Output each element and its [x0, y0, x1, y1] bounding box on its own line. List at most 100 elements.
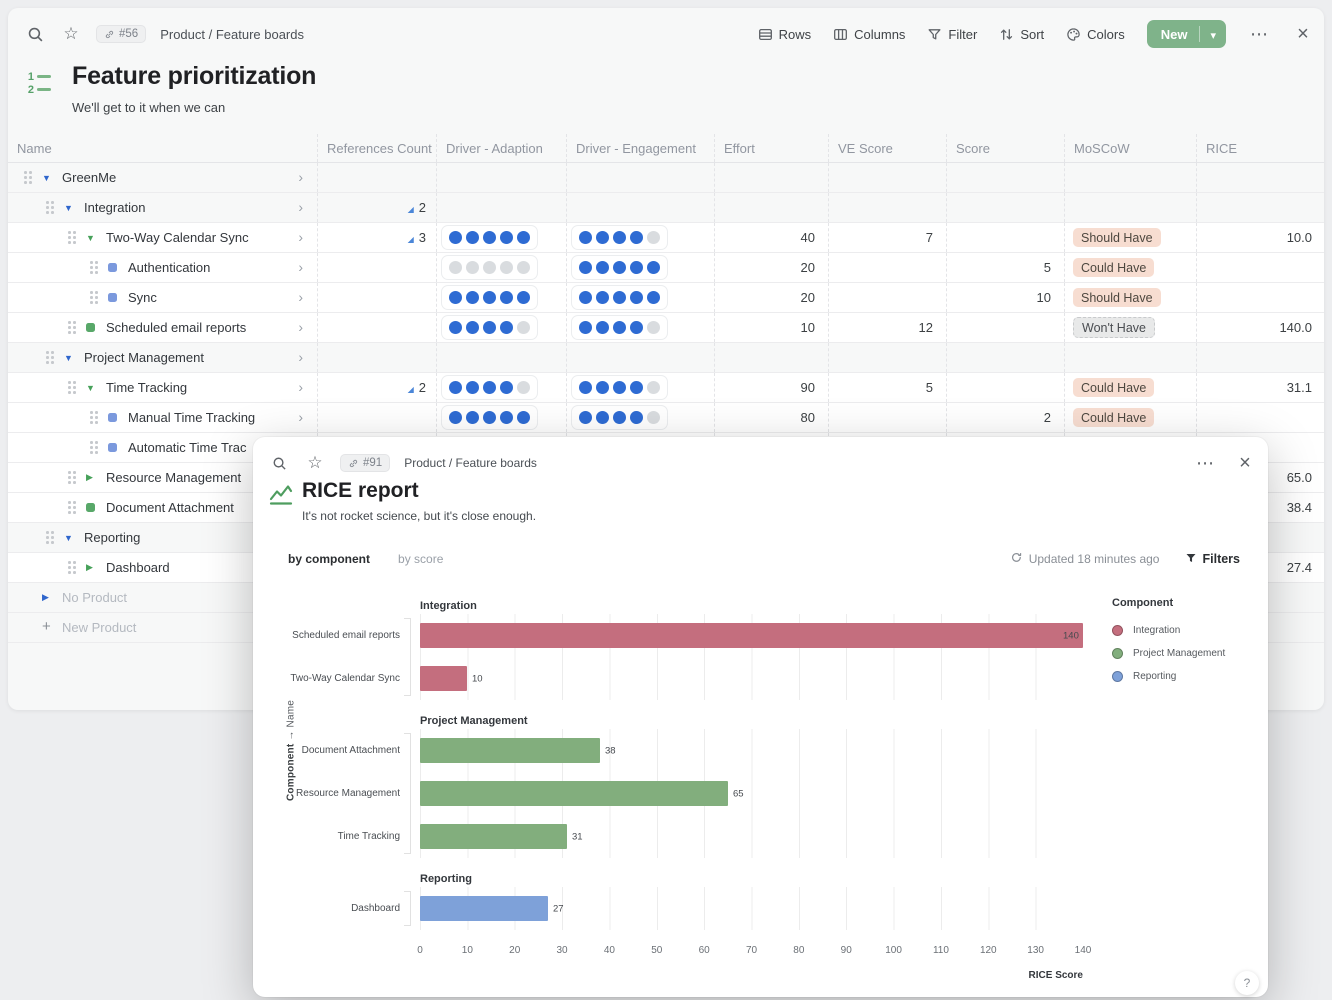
dot-filled-icon[interactable]: [613, 231, 626, 244]
column-header[interactable]: Score: [947, 134, 1065, 162]
star-icon[interactable]: [60, 23, 82, 45]
effort-cell[interactable]: [715, 193, 829, 222]
moscow-cell[interactable]: Won't Have: [1065, 313, 1197, 342]
dot-filled-icon[interactable]: [579, 261, 592, 274]
dot-empty-icon[interactable]: [449, 261, 462, 274]
moscow-cell[interactable]: Could Have: [1065, 403, 1197, 432]
score-cell[interactable]: 5: [947, 253, 1065, 282]
dot-filled-icon[interactable]: [500, 411, 513, 424]
driver-adaption-cell[interactable]: [437, 283, 567, 312]
effort-cell[interactable]: 80: [715, 403, 829, 432]
column-header[interactable]: Effort: [715, 134, 829, 162]
table-row[interactable]: Authentication 20 5 Could Have: [8, 253, 1324, 283]
expand-triangle-icon[interactable]: [42, 592, 62, 603]
dot-filled-icon[interactable]: [596, 261, 609, 274]
column-header[interactable]: RICE: [1197, 134, 1324, 162]
row-name-label[interactable]: No Product: [62, 590, 127, 605]
driver-engagement-cell[interactable]: [567, 253, 715, 282]
table-row[interactable]: Sync2010Should Have: [8, 283, 1324, 313]
bar[interactable]: [420, 666, 467, 691]
toolbar-sort-button[interactable]: Sort: [999, 27, 1044, 42]
references-count-cell[interactable]: 2: [318, 373, 437, 402]
driver-adaption-cell[interactable]: [437, 253, 567, 282]
expand-triangle-icon[interactable]: [86, 562, 106, 573]
table-row[interactable]: Scheduled email reports1012Won't Have140…: [8, 313, 1324, 343]
references-count-cell[interactable]: [318, 253, 437, 282]
drag-handle-icon[interactable]: [68, 501, 76, 514]
moscow-cell[interactable]: [1065, 193, 1197, 222]
dot-empty-icon[interactable]: [647, 321, 660, 334]
toolbar-filter-button[interactable]: Filter: [927, 27, 977, 42]
name-cell[interactable]: Time Tracking: [8, 373, 318, 402]
dot-filled-icon[interactable]: [630, 231, 643, 244]
dot-filled-icon[interactable]: [500, 381, 513, 394]
score-cell[interactable]: [947, 373, 1065, 402]
rating-dots[interactable]: [571, 405, 668, 430]
table-row[interactable]: Two-Way Calendar Sync3407Should Have10.0: [8, 223, 1324, 253]
drag-handle-icon[interactable]: [68, 231, 76, 244]
drag-handle-icon[interactable]: [90, 411, 98, 424]
name-cell[interactable]: Integration: [8, 193, 318, 222]
references-count-cell[interactable]: [318, 313, 437, 342]
dot-filled-icon[interactable]: [483, 411, 496, 424]
drag-handle-icon[interactable]: [46, 531, 54, 544]
drag-handle-icon[interactable]: [68, 321, 76, 334]
open-row-chevron-icon[interactable]: [298, 379, 317, 397]
dot-filled-icon[interactable]: [449, 291, 462, 304]
bar[interactable]: [420, 896, 548, 921]
open-row-chevron-icon[interactable]: [298, 409, 317, 427]
table-row[interactable]: GreenMe: [8, 163, 1324, 193]
dot-filled-icon[interactable]: [630, 381, 643, 394]
dot-filled-icon[interactable]: [630, 321, 643, 334]
moscow-cell[interactable]: Should Have: [1065, 223, 1197, 252]
driver-engagement-cell[interactable]: [567, 223, 715, 252]
moscow-badge[interactable]: Could Have: [1073, 408, 1154, 427]
ve-score-cell[interactable]: 7: [829, 223, 947, 252]
open-row-chevron-icon[interactable]: [298, 259, 317, 277]
rating-dots[interactable]: [571, 285, 668, 310]
drag-handle-icon[interactable]: [46, 351, 54, 364]
references-count-cell[interactable]: [318, 283, 437, 312]
dot-filled-icon[interactable]: [466, 381, 479, 394]
dot-filled-icon[interactable]: [517, 231, 530, 244]
dot-empty-icon[interactable]: [647, 411, 660, 424]
dot-empty-icon[interactable]: [500, 261, 513, 274]
table-row[interactable]: Project Management: [8, 343, 1324, 373]
row-name-label[interactable]: Sync: [128, 290, 157, 305]
driver-engagement-cell[interactable]: [567, 283, 715, 312]
references-count-cell[interactable]: [318, 163, 437, 192]
moscow-cell[interactable]: [1065, 163, 1197, 192]
dot-filled-icon[interactable]: [466, 291, 479, 304]
rating-dots[interactable]: [571, 375, 668, 400]
effort-cell[interactable]: [715, 163, 829, 192]
column-header[interactable]: Driver - Engagement: [567, 134, 715, 162]
expand-triangle-icon[interactable]: [64, 203, 84, 213]
ve-score-cell[interactable]: [829, 193, 947, 222]
references-count-cell[interactable]: 3: [318, 223, 437, 252]
references-count-cell[interactable]: [318, 403, 437, 432]
drag-handle-icon[interactable]: [90, 441, 98, 454]
ve-score-cell[interactable]: 5: [829, 373, 947, 402]
driver-engagement-cell[interactable]: [567, 343, 715, 372]
rating-dots[interactable]: [571, 255, 668, 280]
dot-filled-icon[interactable]: [579, 321, 592, 334]
rating-dots[interactable]: [441, 285, 538, 310]
ve-score-cell[interactable]: [829, 163, 947, 192]
dot-filled-icon[interactable]: [596, 411, 609, 424]
moscow-badge[interactable]: Should Have: [1073, 228, 1161, 247]
dot-filled-icon[interactable]: [449, 411, 462, 424]
dot-empty-icon[interactable]: [483, 261, 496, 274]
ve-score-cell[interactable]: [829, 403, 947, 432]
moscow-badge[interactable]: Could Have: [1073, 258, 1154, 277]
name-cell[interactable]: Authentication: [8, 253, 318, 282]
moscow-badge[interactable]: Should Have: [1073, 288, 1161, 307]
expand-triangle-icon[interactable]: [86, 383, 106, 393]
effort-cell[interactable]: 20: [715, 253, 829, 282]
moscow-badge[interactable]: Won't Have: [1073, 317, 1155, 338]
dot-filled-icon[interactable]: [613, 321, 626, 334]
expand-triangle-icon[interactable]: [86, 233, 106, 243]
drag-handle-icon[interactable]: [24, 171, 32, 184]
drag-handle-icon[interactable]: [68, 381, 76, 394]
dot-filled-icon[interactable]: [483, 381, 496, 394]
dot-filled-icon[interactable]: [517, 291, 530, 304]
